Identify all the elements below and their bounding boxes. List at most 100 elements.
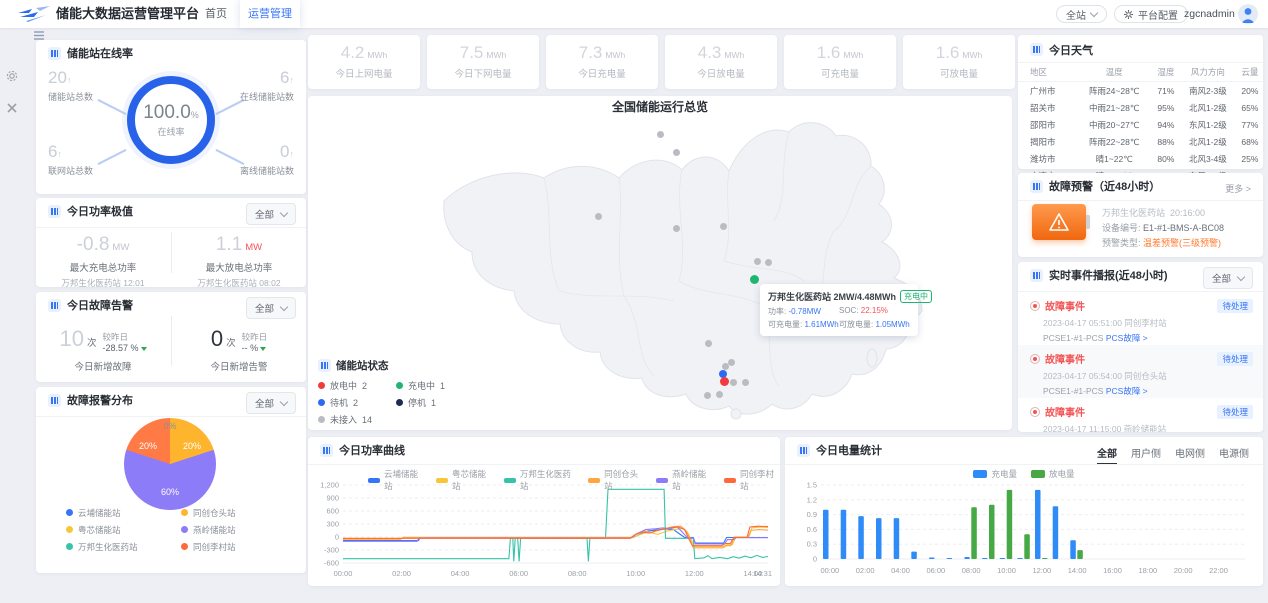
svg-text:00:00: 00:00 bbox=[820, 566, 839, 575]
tooltip-metric: 可充电量: 1.61MWh bbox=[768, 319, 839, 330]
svg-text:0: 0 bbox=[335, 533, 339, 542]
svg-text:10:00: 10:00 bbox=[997, 566, 1016, 575]
pie-legend-item[interactable]: 同创仓头站 bbox=[181, 505, 296, 520]
fault-detail-link[interactable]: PCS故障 > bbox=[1106, 386, 1148, 396]
station-dot[interactable] bbox=[716, 391, 723, 398]
svg-text:08:00: 08:00 bbox=[962, 566, 981, 575]
curve-legend-label: 同创仓头站 bbox=[604, 468, 644, 492]
tab-home[interactable]: 首页 bbox=[192, 0, 240, 28]
power-curve-chart: 1,2009006003000-300-60000:0002:0004:0006… bbox=[313, 481, 775, 583]
svg-text:900: 900 bbox=[326, 494, 339, 503]
tooltip-metric-value: 1.61MWh bbox=[804, 320, 838, 329]
event-item[interactable]: 故障事件待处理2023-04-17 05:54:00 同创仓头站PCSE1-#1… bbox=[1018, 345, 1263, 398]
stat-card-value: 1.6MWh bbox=[784, 43, 896, 63]
fault-warning-icon bbox=[1030, 180, 1043, 193]
station-dot[interactable] bbox=[720, 377, 729, 386]
station-dot[interactable] bbox=[742, 379, 749, 386]
bar-充电量-13:00 bbox=[1053, 506, 1059, 559]
legend-swatch-icon bbox=[436, 478, 448, 483]
weather-cell: 71% bbox=[1153, 82, 1179, 100]
pie-legend-item[interactable]: 同创李村站 bbox=[181, 539, 296, 554]
more-link[interactable]: 更多 > bbox=[1225, 182, 1251, 195]
weather-cell: 68% bbox=[1237, 133, 1263, 150]
bar-充电量-05:00 bbox=[911, 552, 917, 559]
platform-config-button[interactable]: 平台配置 bbox=[1114, 5, 1188, 23]
station-dot[interactable] bbox=[728, 359, 735, 366]
station-dot[interactable] bbox=[730, 379, 737, 386]
fault-alarm-filter[interactable]: 全部 bbox=[246, 297, 296, 319]
svg-text:04:00: 04:00 bbox=[891, 566, 910, 575]
event-item[interactable]: 故障事件待处理2023-04-17 11:15:00 燕岭储能站PCSE1-#2… bbox=[1018, 398, 1263, 432]
bar-legend-item[interactable]: 充电量 bbox=[973, 468, 1017, 480]
svg-text:18:00: 18:00 bbox=[1138, 566, 1157, 575]
pie-legend-item[interactable]: 燕岭储能站 bbox=[181, 522, 296, 537]
settings-icon[interactable] bbox=[6, 70, 18, 82]
weather-card: 今日天气 地区温度湿度风力方向云量 广州市阵雨24~28℃71%南风2-3级20… bbox=[1018, 35, 1263, 169]
weather-cell: 80% bbox=[1153, 150, 1179, 167]
tab-operations[interactable]: 运营管理 bbox=[240, 0, 300, 28]
platform-config-label: 平台配置 bbox=[1138, 7, 1178, 22]
station-dot[interactable] bbox=[765, 259, 772, 266]
weather-cell: 晴1~22℃ bbox=[1076, 150, 1153, 167]
curve-legend-item[interactable]: 同创李村站 bbox=[724, 468, 780, 492]
station-dot[interactable] bbox=[673, 149, 680, 156]
weather-cell: 25% bbox=[1237, 150, 1263, 167]
event-type: 故障事件 bbox=[1045, 298, 1085, 313]
fault-detail-link[interactable]: PCS故障 > bbox=[1106, 333, 1148, 343]
tooltip-metric-label: 可放电量: bbox=[839, 320, 875, 329]
pie-legend-item[interactable]: 云埔储能站 bbox=[66, 505, 181, 520]
status-label: 停机 bbox=[408, 396, 426, 409]
station-dot[interactable] bbox=[754, 258, 761, 265]
close-icon[interactable] bbox=[7, 103, 17, 113]
energy-tab-电网侧[interactable]: 电网侧 bbox=[1175, 445, 1205, 465]
tooltip-metric-label: 功率: bbox=[768, 307, 788, 316]
pending-badge[interactable]: 待处理 bbox=[1217, 405, 1253, 419]
power-extremes-icon bbox=[48, 205, 61, 218]
fault-alarm-card: 今日故障告警 全部 10次较昨日-28.57 % 今日新增故障 0次较昨日-- … bbox=[36, 292, 306, 382]
events-filter[interactable]: 全部 bbox=[1203, 267, 1253, 289]
bar-充电量-10:00 bbox=[1000, 558, 1006, 559]
curve-legend-item[interactable]: 同创仓头站 bbox=[588, 468, 644, 492]
panel-menu-icon[interactable] bbox=[34, 31, 44, 40]
bar-充电量-11:00 bbox=[1017, 558, 1023, 559]
stat-card-value: 7.3MWh bbox=[546, 43, 658, 63]
status-legend-item: 待机2 bbox=[318, 396, 396, 409]
pie-legend-item[interactable]: 万邦生化医药站 bbox=[66, 539, 181, 554]
bar-充电量-09:00 bbox=[982, 558, 988, 559]
status-dot-icon bbox=[318, 399, 325, 406]
event-item[interactable]: 故障事件待处理2023-04-17 05:51:00 同创李村站PCSE1-#1… bbox=[1018, 292, 1263, 345]
avatar[interactable] bbox=[1238, 4, 1258, 24]
station-dot[interactable] bbox=[705, 340, 712, 347]
pending-badge[interactable]: 待处理 bbox=[1217, 299, 1253, 313]
station-dot[interactable] bbox=[595, 213, 602, 220]
chevron-down-icon bbox=[280, 209, 288, 217]
curve-legend-item[interactable]: 燕岭储能站 bbox=[656, 468, 712, 492]
station-dot[interactable] bbox=[657, 131, 664, 138]
energy-tab-电源侧[interactable]: 电源侧 bbox=[1219, 445, 1249, 465]
pie-legend-item[interactable]: 粤芯储能站 bbox=[66, 522, 181, 537]
energy-tab-用户侧[interactable]: 用户侧 bbox=[1131, 445, 1161, 465]
power-extremes-filter[interactable]: 全部 bbox=[246, 203, 296, 225]
series-燕岭储能站 bbox=[343, 527, 768, 544]
power-extremes-card: 今日功率极值 全部 -0.8MW 最大充电总功率 万邦生化医药站 12:01 1… bbox=[36, 198, 306, 287]
bar-legend-item[interactable]: 放电量 bbox=[1031, 468, 1075, 480]
weather-cell: 中雨21~28℃ bbox=[1076, 99, 1153, 116]
user-menu[interactable]: zgcnadmin bbox=[1184, 0, 1245, 28]
station-dot[interactable] bbox=[673, 225, 680, 232]
station-dot[interactable] bbox=[750, 275, 759, 284]
svg-text:1,200: 1,200 bbox=[320, 481, 339, 490]
svg-text:06:00: 06:00 bbox=[926, 566, 945, 575]
station-dot[interactable] bbox=[720, 223, 727, 230]
station-dot[interactable] bbox=[704, 392, 711, 399]
pending-badge[interactable]: 待处理 bbox=[1217, 352, 1253, 366]
curve-legend-item[interactable]: 粤芯储能站 bbox=[436, 468, 492, 492]
status-count: 2 bbox=[353, 398, 358, 408]
status-count: 1 bbox=[431, 398, 436, 408]
chevron-down-icon bbox=[280, 398, 288, 406]
curve-legend-item[interactable]: 云埔储能站 bbox=[368, 468, 424, 492]
curve-legend-item[interactable]: 万邦生化医药站 bbox=[504, 468, 576, 492]
energy-tab-全部[interactable]: 全部 bbox=[1097, 445, 1117, 465]
weather-cell: 南风2-3级 bbox=[1179, 82, 1237, 100]
site-selector[interactable]: 全站 bbox=[1056, 5, 1107, 23]
fault-distribution-filter[interactable]: 全部 bbox=[246, 392, 296, 414]
